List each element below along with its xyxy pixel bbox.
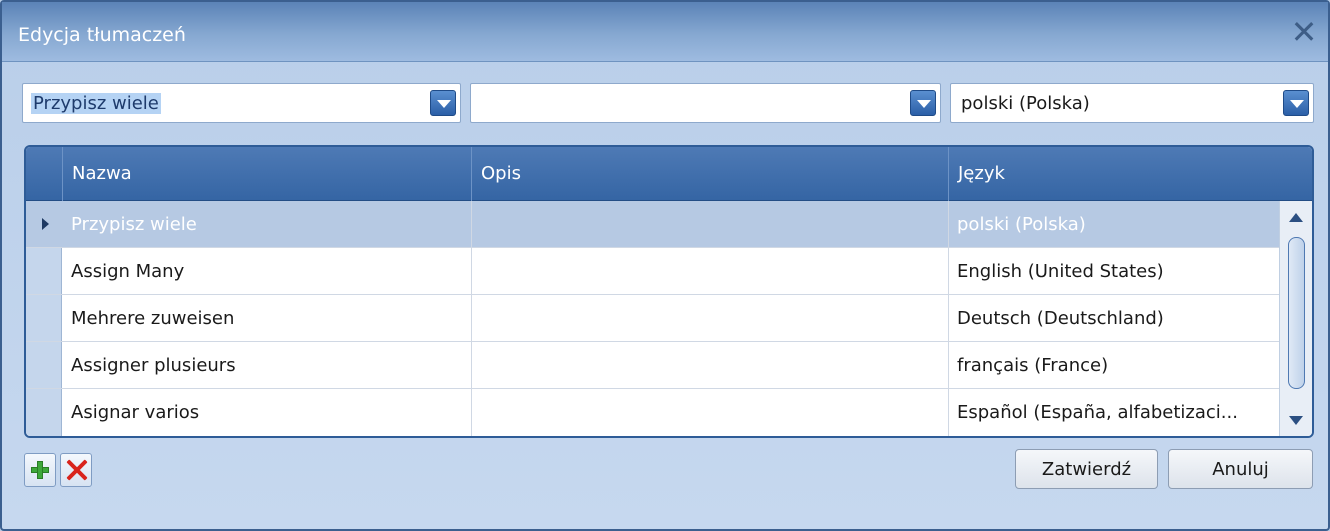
table-row[interactable]: Mehrere zuweisen Deutsch (Deutschland)	[26, 295, 1279, 342]
column-header-description[interactable]: Opis	[471, 147, 948, 201]
cell-description[interactable]	[471, 295, 948, 341]
title-bar: Edycja tłumaczeń ✕	[2, 2, 1328, 62]
table-row[interactable]: Przypisz wiele polski (Polska)	[26, 201, 1279, 248]
column-header-language[interactable]: Język	[948, 147, 1279, 201]
row-header-corner	[26, 147, 62, 201]
scroll-up-icon[interactable]	[1289, 213, 1303, 222]
translation-dialog: Edycja tłumaczeń ✕ Przypisz wiele polski…	[0, 0, 1330, 531]
cell-name[interactable]: Assign Many	[62, 248, 471, 294]
scroll-thumb[interactable]	[1288, 237, 1305, 389]
column-header-name[interactable]: Nazwa	[62, 147, 471, 201]
cell-name[interactable]: Asignar varios	[62, 389, 471, 435]
cell-description[interactable]	[471, 201, 948, 247]
column-divider	[948, 201, 949, 436]
cell-language[interactable]: français (France)	[948, 342, 1279, 388]
cancel-button[interactable]: Anuluj	[1168, 449, 1313, 489]
table-row[interactable]: Assigner plusieurs français (France)	[26, 342, 1279, 389]
table-row[interactable]: Assign Many English (United States)	[26, 248, 1279, 295]
cell-description[interactable]	[471, 342, 948, 388]
window-title: Edycja tłumaczeń	[18, 24, 186, 46]
delete-row-button[interactable]	[60, 453, 92, 487]
current-row-indicator-icon	[42, 218, 49, 230]
cell-language[interactable]: Español (España, alfabetizaci...	[948, 389, 1279, 435]
vertical-scrollbar[interactable]	[1279, 201, 1312, 436]
language-combo[interactable]: polski (Polska)	[950, 83, 1314, 123]
cell-description[interactable]	[471, 248, 948, 294]
cell-language[interactable]: English (United States)	[948, 248, 1279, 294]
cell-name[interactable]: Assigner plusieurs	[62, 342, 471, 388]
language-combo-dropdown-icon[interactable]	[1283, 90, 1309, 116]
description-combo[interactable]	[470, 83, 941, 123]
cell-language[interactable]: Deutsch (Deutschland)	[948, 295, 1279, 341]
cell-description[interactable]	[471, 389, 948, 435]
scroll-down-icon[interactable]	[1289, 416, 1303, 425]
language-combo-value: polski (Polska)	[961, 93, 1090, 114]
translations-grid[interactable]: Nazwa Opis Język Przypisz wiele polski (…	[24, 145, 1314, 438]
cell-name[interactable]: Przypisz wiele	[62, 201, 471, 247]
grid-header: Nazwa Opis Język	[26, 147, 1312, 201]
close-icon[interactable]: ✕	[1290, 16, 1318, 48]
cell-name[interactable]: Mehrere zuweisen	[62, 295, 471, 341]
name-combo[interactable]: Przypisz wiele	[22, 83, 461, 123]
confirm-button[interactable]: Zatwierdź	[1015, 449, 1158, 489]
name-combo-dropdown-icon[interactable]	[430, 90, 456, 116]
add-row-button[interactable]	[24, 453, 56, 487]
table-row[interactable]: Asignar varios Español (España, alfabeti…	[26, 389, 1279, 436]
name-combo-value: Przypisz wiele	[31, 93, 161, 114]
column-divider	[471, 201, 472, 436]
cell-language[interactable]: polski (Polska)	[948, 201, 1279, 247]
description-combo-dropdown-icon[interactable]	[910, 90, 936, 116]
